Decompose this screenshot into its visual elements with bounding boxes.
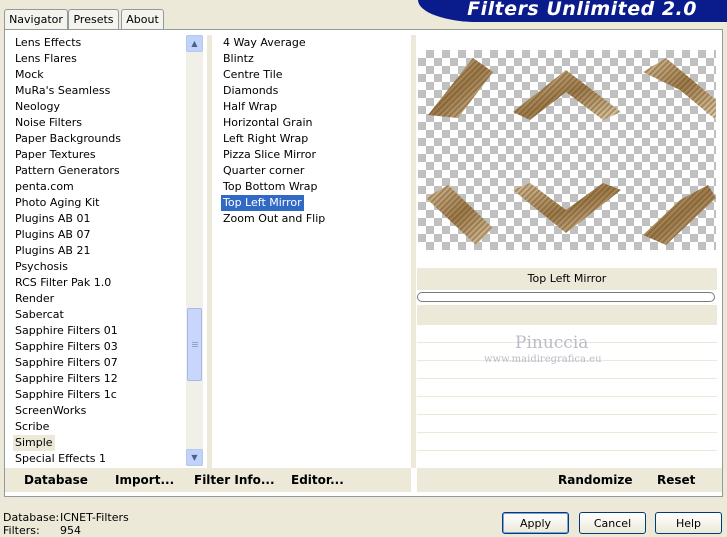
category-item[interactable]: Mock xyxy=(13,67,46,83)
filter-item[interactable]: Centre Tile xyxy=(221,67,285,83)
category-item[interactable]: MuRa's Seamless xyxy=(13,83,112,99)
filter-item[interactable]: Diamonds xyxy=(221,83,280,99)
reset-button[interactable]: Reset xyxy=(657,473,695,487)
preview-divider xyxy=(411,35,416,468)
category-item[interactable]: penta.com xyxy=(13,179,76,195)
scroll-down-button[interactable]: ▼ xyxy=(186,449,203,466)
help-button[interactable]: Help xyxy=(655,512,722,534)
category-item[interactable]: Psychosis xyxy=(13,259,70,275)
category-item[interactable]: Paper Backgrounds xyxy=(13,131,123,147)
category-item[interactable]: Sapphire Filters 01 xyxy=(13,323,120,339)
filter-item[interactable]: Quarter corner xyxy=(221,163,306,179)
randomize-button[interactable]: Randomize xyxy=(558,473,632,487)
filter-item[interactable]: Horizontal Grain xyxy=(221,115,314,131)
category-item[interactable]: Noise Filters xyxy=(13,115,84,131)
category-item[interactable]: ScreenWorks xyxy=(13,403,88,419)
tab-label: Presets xyxy=(73,13,114,26)
filter-item[interactable]: Left Right Wrap xyxy=(221,131,310,147)
category-item[interactable]: Plugins AB 01 xyxy=(13,211,92,227)
filters-value: 954 xyxy=(60,524,81,537)
database-value: ICNET-Filters xyxy=(60,511,129,524)
category-item[interactable]: Render xyxy=(13,291,56,307)
filters-label: Filters: xyxy=(3,524,40,537)
chevron-down-icon: ▼ xyxy=(191,453,198,462)
scroll-thumb[interactable] xyxy=(187,308,202,381)
column-divider[interactable] xyxy=(207,35,212,468)
param-row xyxy=(417,414,717,431)
category-item[interactable]: Lens Effects xyxy=(13,35,83,51)
tab-about[interactable]: About xyxy=(121,9,164,29)
filter-item[interactable]: Pizza Slice Mirror xyxy=(221,147,318,163)
filter-preview xyxy=(418,50,716,250)
title-banner: Filters Unlimited 2.0 xyxy=(418,0,727,22)
param-row xyxy=(417,396,717,413)
category-item[interactable]: Sabercat xyxy=(13,307,66,323)
filter-item[interactable]: Blintz xyxy=(221,51,256,67)
tab-label: Navigator xyxy=(9,13,63,26)
category-item[interactable]: Sapphire Filters 12 xyxy=(13,371,120,387)
preview-caption: Top Left Mirror xyxy=(417,268,717,290)
chevron-up-icon: ▲ xyxy=(191,39,198,48)
tab-label: About xyxy=(126,13,159,26)
category-scrollbar[interactable]: ▲ ▼ xyxy=(186,35,203,466)
param-row xyxy=(417,305,717,324)
category-item[interactable]: RCS Filter Pak 1.0 xyxy=(13,275,113,291)
watermark-name: Pinuccia xyxy=(515,333,589,353)
filter-info-button[interactable]: Filter Info... xyxy=(194,473,275,487)
progress-bar xyxy=(417,292,715,302)
category-item[interactable]: Special Effects 1 xyxy=(13,451,108,467)
category-item[interactable]: Plugins AB 21 xyxy=(13,243,92,259)
apply-button[interactable]: Apply xyxy=(502,512,569,534)
banner-title: Filters Unlimited 2.0 xyxy=(467,0,697,20)
param-row xyxy=(417,450,717,467)
database-label: Database: xyxy=(3,511,60,524)
import-button[interactable]: Import... xyxy=(115,473,174,487)
category-item[interactable]: Scribe xyxy=(13,419,51,435)
cancel-button[interactable]: Cancel xyxy=(579,512,646,534)
filter-item[interactable]: 4 Way Average xyxy=(221,35,308,51)
filter-item[interactable]: Top Left Mirror xyxy=(221,195,304,211)
tab-presets[interactable]: Presets xyxy=(68,9,119,29)
editor-button[interactable]: Editor... xyxy=(291,473,344,487)
filter-item[interactable]: Zoom Out and Flip xyxy=(221,211,327,227)
category-item[interactable]: Neology xyxy=(13,99,62,115)
database-button[interactable]: Database xyxy=(24,473,88,487)
category-item[interactable]: Sapphire Filters 03 xyxy=(13,339,120,355)
preview-shapes xyxy=(426,58,716,245)
category-item[interactable]: Sapphire Filters 07 xyxy=(13,355,120,371)
filter-item[interactable]: Top Bottom Wrap xyxy=(221,179,320,195)
param-row xyxy=(417,378,717,395)
scroll-up-button[interactable]: ▲ xyxy=(186,35,203,52)
category-list[interactable]: Lens Effects Lens Flares Mock MuRa's Seamle… xyxy=(13,35,185,467)
category-item[interactable]: Pattern Generators xyxy=(13,163,122,179)
category-item[interactable]: Simple xyxy=(13,435,55,451)
watermark-url: www.maidiregrafica.eu xyxy=(484,354,602,365)
tab-navigator[interactable]: Navigator xyxy=(4,9,68,29)
param-row xyxy=(417,432,717,449)
category-item[interactable]: Photo Aging Kit xyxy=(13,195,101,211)
filter-list[interactable]: 4 Way Average Blintz Centre Tile Diamonds Ha… xyxy=(221,35,406,467)
category-item[interactable]: Sapphire Filters 1c xyxy=(13,387,119,403)
category-item[interactable]: Lens Flares xyxy=(13,51,79,67)
category-item[interactable]: Plugins AB 07 xyxy=(13,227,92,243)
preview-image xyxy=(426,58,716,245)
filter-item[interactable]: Half Wrap xyxy=(221,99,279,115)
category-item[interactable]: Paper Textures xyxy=(13,147,98,163)
